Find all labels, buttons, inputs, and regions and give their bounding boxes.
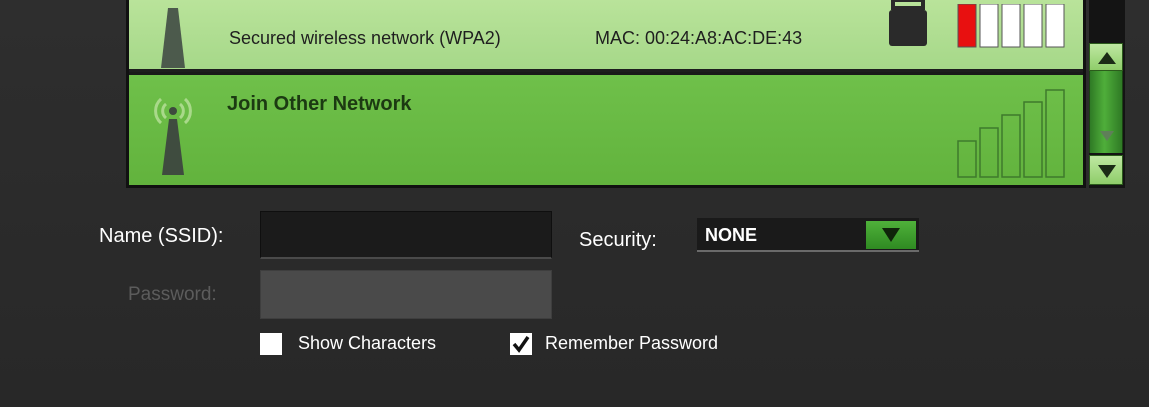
show-characters-checkbox[interactable]: [260, 333, 282, 355]
lock-icon: [889, 0, 927, 46]
security-label: Security:: [579, 229, 657, 251]
remember-password-label: Remember Password: [545, 333, 719, 353]
remember-password-checkbox[interactable]: [510, 333, 532, 355]
password-input[interactable]: [260, 270, 552, 319]
antenna-icon: [161, 8, 185, 68]
arrow-up-icon: [1098, 52, 1116, 64]
signal-strength-icon: [957, 4, 1065, 48]
network-list: Secured wireless network (WPA2) MAC: 00:…: [126, 0, 1086, 188]
antenna-wifi-icon: [154, 97, 192, 175]
security-dropdown-button[interactable]: [866, 221, 916, 249]
join-other-network-label: Join Other Network: [227, 93, 412, 115]
network-row-join-other[interactable]: Join Other Network: [129, 75, 1083, 185]
network-security-desc: Secured wireless network (WPA2): [229, 28, 501, 48]
security-selected-value: NONE: [705, 225, 758, 245]
password-label: Password:: [128, 284, 217, 305]
signal-strength-empty-icon: [957, 89, 1065, 178]
arrow-down-icon: [1098, 165, 1116, 178]
chevron-down-icon: [882, 228, 900, 242]
scroll-thumb[interactable]: [1089, 71, 1123, 153]
ssid-input[interactable]: [260, 211, 552, 259]
checkmark-icon: [512, 336, 530, 353]
scroll-down-button[interactable]: [1089, 155, 1123, 185]
security-select[interactable]: NONE: [697, 218, 919, 252]
arrow-down-icon: [1100, 131, 1114, 141]
network-mac-address: MAC: 00:24:A8:AC:DE:43: [595, 28, 803, 48]
scroll-up-button[interactable]: [1089, 43, 1123, 71]
show-characters-label: Show Characters: [298, 333, 437, 353]
network-row-secured[interactable]: Secured wireless network (WPA2) MAC: 00:…: [129, 0, 1083, 72]
ssid-label: Name (SSID):: [99, 225, 224, 247]
